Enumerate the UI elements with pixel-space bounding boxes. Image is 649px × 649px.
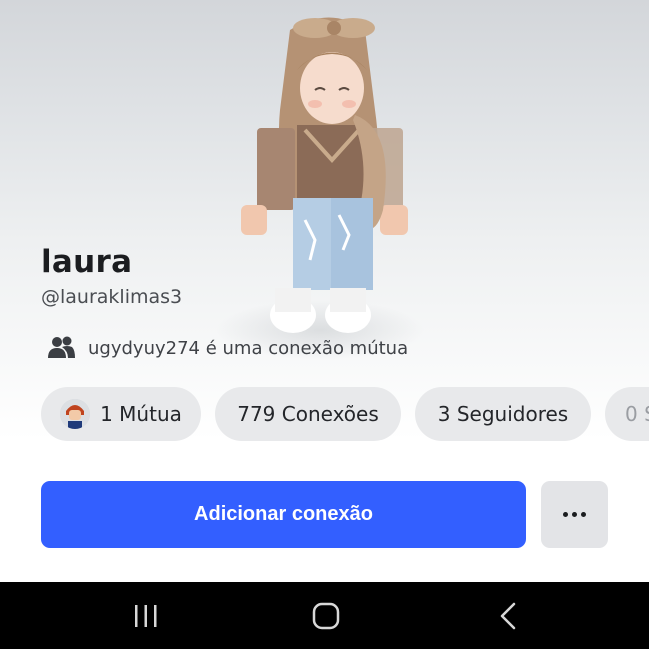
following-count: 0 S [625, 402, 649, 426]
people-icon [48, 336, 75, 358]
back-button[interactable] [478, 596, 538, 636]
recents-icon [135, 605, 157, 627]
stats-chips: 1 Mútua 779 Conexões 3 Seguidores 0 S [41, 387, 649, 441]
avatar-figure[interactable] [235, 10, 425, 345]
following-chip[interactable]: 0 S [605, 387, 649, 441]
back-icon [500, 602, 516, 630]
add-connection-button[interactable]: Adicionar conexão [41, 481, 526, 548]
mutual-connection-row[interactable]: ugydyuy274 é uma conexão mútua [48, 334, 408, 362]
mutual-count: 1 Mútua [100, 402, 182, 426]
mutual-avatar [60, 399, 91, 429]
username: @lauraklimas3 [41, 286, 183, 308]
system-navigation-bar [0, 582, 649, 649]
connections-count: 779 Conexões [237, 402, 379, 426]
recents-button[interactable] [116, 596, 176, 636]
display-name: laura [41, 244, 133, 280]
mutual-chip[interactable]: 1 Mútua [41, 387, 201, 441]
more-options-button[interactable] [541, 481, 608, 548]
home-button[interactable] [296, 596, 356, 636]
profile-header [0, 0, 649, 440]
followers-count: 3 Seguidores [437, 402, 569, 426]
more-options-icon [561, 512, 588, 517]
connections-chip[interactable]: 779 Conexões [215, 387, 401, 441]
mutual-connection-text: ugydyuy274 é uma conexão mútua [88, 337, 409, 359]
followers-chip[interactable]: 3 Seguidores [415, 387, 591, 441]
home-icon [312, 602, 340, 630]
